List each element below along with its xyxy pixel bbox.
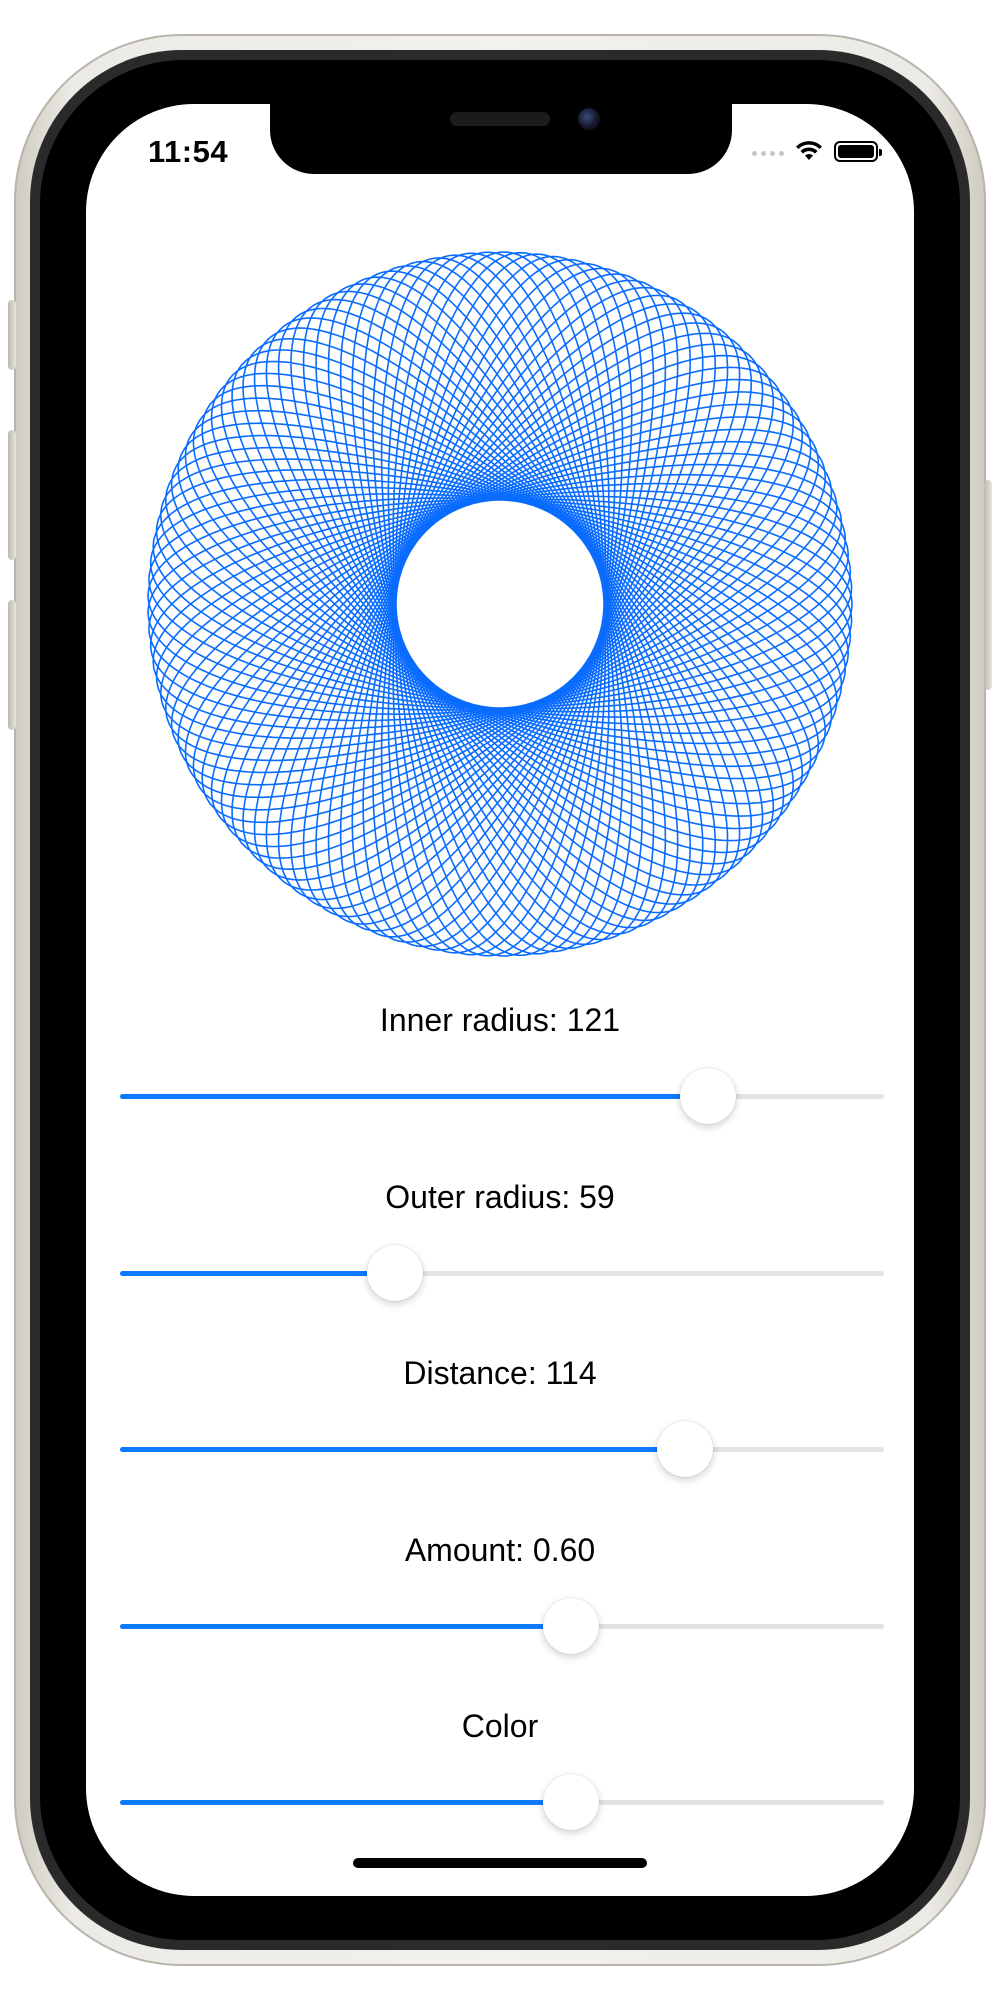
slider-fill	[120, 1447, 686, 1452]
color-slider[interactable]	[120, 1772, 884, 1832]
slider-thumb[interactable]	[367, 1245, 424, 1301]
battery-icon	[834, 140, 882, 162]
slider-fill	[120, 1800, 571, 1805]
inner-radius-slider[interactable]	[120, 1066, 884, 1126]
amount-label: Amount: 0.60	[404, 1532, 596, 1568]
status-time: 11:54	[148, 134, 229, 169]
volume-up-button	[8, 430, 16, 560]
color-label: Color	[461, 1708, 539, 1744]
outer-radius-label: Outer radius: 59	[385, 1179, 615, 1215]
front-camera	[578, 108, 600, 130]
cellular-signal-icon	[752, 146, 784, 156]
slider-thumb[interactable]	[657, 1421, 714, 1477]
slider-thumb[interactable]	[542, 1598, 599, 1654]
distance-label: Distance: 114	[403, 1355, 597, 1391]
power-button	[984, 480, 992, 690]
slider-fill	[120, 1094, 709, 1099]
spirograph-drawing	[147, 251, 853, 957]
volume-down-button	[8, 600, 16, 730]
slider-fill	[120, 1271, 396, 1276]
notch	[270, 104, 732, 174]
device-mockup: 11:54 Inner radius: 121 Outer radius: 59…	[0, 0, 1000, 2000]
silent-switch	[8, 300, 16, 370]
status-indicators	[752, 140, 882, 162]
slider-thumb[interactable]	[542, 1774, 599, 1830]
slider-fill	[120, 1624, 571, 1629]
outer-radius-slider[interactable]	[120, 1243, 884, 1303]
amount-slider[interactable]	[120, 1596, 884, 1656]
screen: 11:54 Inner radius: 121 Outer radius: 59…	[86, 104, 914, 1896]
distance-slider[interactable]	[120, 1419, 884, 1479]
home-indicator[interactable]	[353, 1858, 647, 1868]
wifi-icon	[794, 140, 824, 162]
spirograph-curve	[147, 251, 853, 957]
inner-radius-label: Inner radius: 121	[379, 1002, 621, 1038]
slider-thumb[interactable]	[680, 1068, 737, 1124]
earpiece-speaker	[450, 112, 550, 126]
